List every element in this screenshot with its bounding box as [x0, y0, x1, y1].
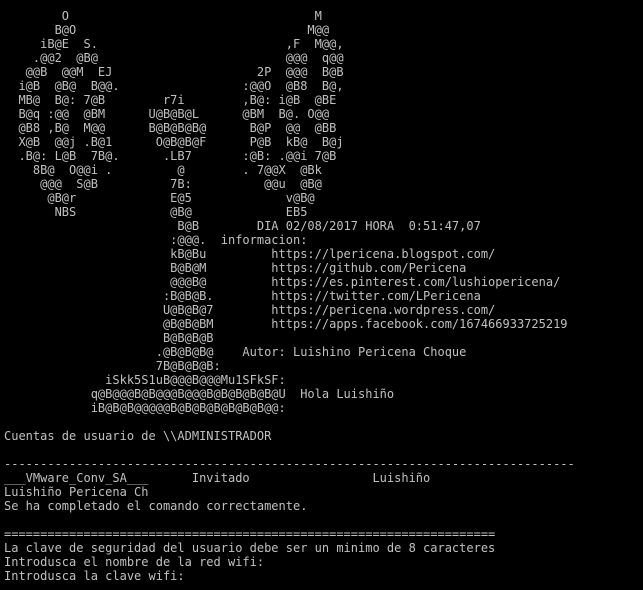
console-line: :B@B@B. https://twitter.com/LPericena: [4, 289, 481, 303]
console-line: @B8 ,B@ M@@ B@B@B@B@ B@P @@ @BB: [4, 121, 337, 135]
console-line: @B@B@BM https://apps.facebook.com/167466…: [4, 317, 568, 331]
console-line: iB@E S. ,F M@@,: [4, 37, 344, 51]
console-line: @@B @@M EJ 2P @@@ B@B: [4, 65, 344, 79]
console-window[interactable]: O M B@O M@@ iB@E S. ,F M@@, .@@2 @B@ @@@…: [0, 0, 643, 590]
console-line: @B@r E@5 v@B@: [4, 191, 315, 205]
console-line: ----------------------------------------…: [4, 457, 575, 471]
console-line: :@@@. informacion:: [4, 233, 308, 247]
console-line: X@B @@j .B@1 O@B@B@F P@B kB@ B@j: [4, 135, 344, 149]
console-line: B@B@M https://github.com/Pericena: [4, 261, 467, 275]
console-line: B@q :@@ @BM U@B@B@L @BM B@. O@@: [4, 107, 330, 121]
console-line: NBS @B@ EB5: [4, 205, 308, 219]
console-line: iSkk5S1uB@@@B@@@Mu1SFkSF:: [4, 373, 286, 387]
console-line: 7B@B@B@B:: [4, 359, 221, 373]
console-line: kB@Bu https://lpericena.blogspot.com/: [4, 247, 496, 261]
console-line: Luishiño Pericena Ch: [4, 485, 149, 499]
console-line: Se ha completado el comando correctament…: [4, 499, 308, 513]
console-line: MB@ B@: 7@B r7i ,B@: i@B @BE: [4, 93, 337, 107]
console-line: .B@: L@B 7B@. .LB7 :@B: .@@i 7@B: [4, 149, 337, 163]
console-line: Introdusca la clave wifi:: [4, 569, 185, 583]
console-line: 8B@ O@@i . @ . 7@@X @Bk: [4, 163, 322, 177]
console-line: q@B@@@B@B@@@B@@@B@B@B@B@B@U Hola Luishiñ…: [4, 387, 395, 401]
console-line: B@B DIA 02/08/2017 HORA 0:51:47,07: [4, 219, 481, 233]
console-line: .@@2 @B@ @@@ q@@: [4, 51, 344, 65]
console-line: U@B@B@7 https://pericena.wordpress.com/: [4, 303, 496, 317]
console-line: La clave de seguridad del usuario debe s…: [4, 541, 496, 555]
console-line: B@B@B@B: [4, 331, 214, 345]
console-line: Cuentas de usuario de \\ADMINISTRADOR: [4, 429, 272, 443]
console-line: Introdusca el nombre de la red wifi:: [4, 555, 265, 569]
console-line: @@@ S@B 7B: @@u @B@: [4, 177, 322, 191]
console-line: B@O M@@: [4, 23, 330, 37]
console-line: iB@B@B@@@@@B@B@B@B@B@B@B@@:: [4, 401, 286, 415]
console-line: O M: [4, 9, 322, 23]
console-line: ========================================…: [4, 527, 496, 541]
console-line: .@B@B@B@ Autor: Luishino Pericena Choque: [4, 345, 467, 359]
console-line: i@B @B@ B@@. :@@O @B8 B@,: [4, 79, 344, 93]
console-line: @@@B@ https://es.pinterest.com/lushioper…: [4, 275, 561, 289]
console-line: ___VMware_Conv_SA___ Invitado Luishiño: [4, 471, 431, 485]
